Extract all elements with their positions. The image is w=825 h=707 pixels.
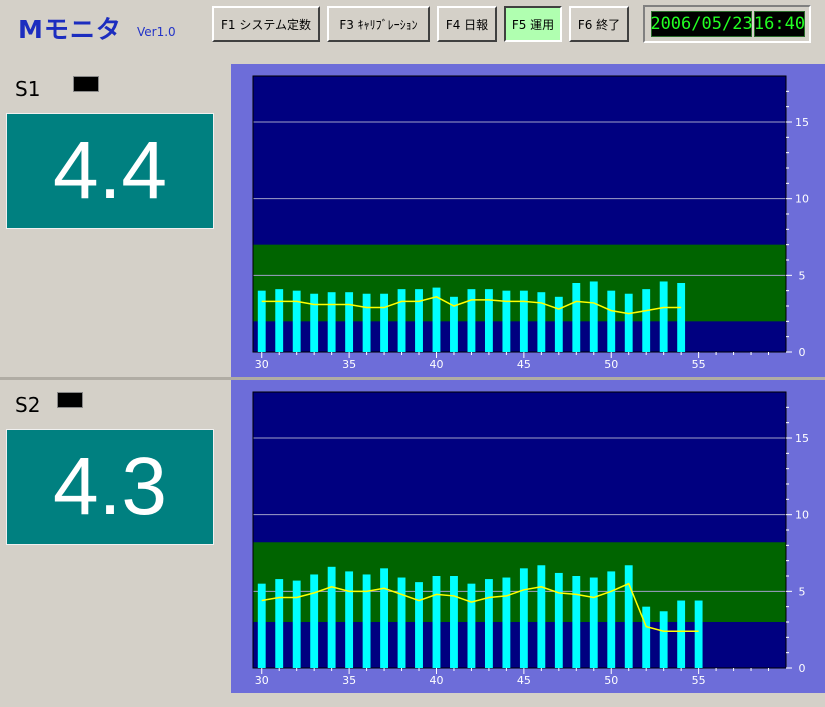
trend-chart-svg-s1: 30 35 40 45 50 55 0 5 10 15 (252, 75, 809, 371)
x-tick-label: 35 (342, 674, 356, 687)
bar (275, 289, 284, 352)
bar (257, 290, 266, 352)
bar (607, 290, 616, 352)
f3-calibration-button[interactable]: F3 ｷｬﾘﾌﾞﾚｰｼｮﾝ (327, 6, 430, 42)
f3-button-label: F3 ｷｬﾘﾌﾞﾚｰｼｮﾝ (339, 17, 418, 32)
bar (659, 611, 668, 668)
f1-button-label: F1 システム定数 (221, 17, 311, 32)
bar (624, 293, 633, 352)
y-tick-label: 5 (799, 585, 806, 598)
sensor-panel-s1: S1 4.4 30 35 40 45 50 55 0 5 10 15 (0, 64, 825, 377)
bar (327, 292, 336, 352)
sensor-label-s1: S1 (15, 77, 41, 101)
y-tick-label: 10 (795, 509, 809, 522)
x-tick-label: 45 (517, 674, 531, 687)
status-indicator-s1 (73, 76, 99, 92)
bar (502, 290, 511, 352)
bar (589, 281, 598, 352)
status-indicator-s2 (57, 392, 83, 408)
y-tick-label: 5 (799, 269, 806, 282)
x-tick-label: 45 (517, 358, 531, 371)
bar (484, 289, 493, 352)
bar (607, 571, 616, 668)
bar (537, 565, 546, 668)
app-title: Mモニタ (18, 15, 122, 44)
bar (415, 582, 423, 668)
header-bar: Mモニタ Ver1.0 F1 システム定数 F3 ｷｬﾘﾌﾞﾚｰｼｮﾝ F4 日… (0, 0, 825, 56)
bar (659, 281, 668, 352)
bar (292, 580, 301, 668)
x-tick-label: 55 (692, 358, 706, 371)
bar (642, 606, 651, 668)
bar (345, 292, 354, 352)
x-tick-label: 35 (342, 358, 356, 371)
x-tick-label: 50 (604, 358, 618, 371)
bar (310, 574, 319, 668)
y-tick-label: 0 (799, 346, 806, 359)
f6-exit-button[interactable]: F6 終了 (569, 6, 629, 42)
bar (415, 289, 423, 352)
bar (310, 293, 319, 352)
x-tick-label: 30 (255, 674, 269, 687)
bar (502, 577, 511, 668)
bar (432, 576, 441, 668)
bar (484, 579, 493, 668)
bar (554, 296, 563, 352)
y-tick-label: 10 (795, 193, 809, 206)
bar (362, 574, 371, 668)
f1-system-constants-button[interactable]: F1 システム定数 (212, 6, 320, 42)
f5-button-label: F5 運用 (511, 17, 555, 32)
bar (642, 289, 651, 352)
x-tick-label: 50 (604, 674, 618, 687)
x-tick-label: 30 (255, 358, 269, 371)
trend-chart-s2: 30 35 40 45 50 55 0 5 10 15 (231, 380, 825, 693)
sensor-panel-s2: S2 4.3 30 35 40 45 50 55 0 5 10 15 (0, 380, 825, 693)
sensor-label-s2: S2 (15, 393, 41, 417)
bar (397, 289, 406, 352)
f4-daily-report-button[interactable]: F4 日報 (437, 6, 497, 42)
bar (572, 576, 581, 668)
bar (275, 579, 284, 668)
f5-operation-button[interactable]: F5 運用 (504, 6, 562, 42)
bar (292, 290, 301, 352)
value-display-s2: 4.3 (6, 429, 214, 545)
bar (677, 283, 686, 352)
bar (362, 293, 371, 352)
trend-chart-s1: 30 35 40 45 50 55 0 5 10 15 (231, 64, 825, 377)
value-text-s1: 4.4 (53, 125, 167, 216)
bar (380, 568, 388, 668)
bar (554, 572, 563, 668)
time-display: 16:40 (754, 11, 805, 37)
clock-display: 2006/05/23 16:40 (643, 5, 811, 43)
app-version: Ver1.0 (137, 25, 176, 39)
bar (572, 283, 581, 352)
f6-button-label: F6 終了 (577, 17, 621, 32)
y-tick-label: 0 (799, 662, 806, 675)
bar (327, 566, 336, 668)
bar (450, 576, 458, 668)
x-tick-label: 40 (429, 358, 443, 371)
bar (537, 292, 546, 352)
bar (694, 600, 703, 668)
value-text-s2: 4.3 (53, 441, 167, 532)
bar (380, 293, 388, 352)
bar (467, 289, 476, 352)
bar (519, 568, 528, 668)
x-tick-label: 40 (429, 674, 443, 687)
date-display: 2006/05/23 (650, 11, 753, 37)
bar (589, 577, 598, 668)
y-tick-label: 15 (795, 116, 809, 129)
trend-chart-svg-s2: 30 35 40 45 50 55 0 5 10 15 (252, 391, 809, 687)
value-display-s1: 4.4 (6, 113, 214, 229)
f4-button-label: F4 日報 (445, 17, 489, 32)
bar (677, 600, 686, 668)
bar (519, 290, 528, 352)
bar (397, 577, 406, 668)
y-tick-label: 15 (795, 432, 809, 445)
bar (624, 565, 633, 668)
bar (257, 583, 266, 668)
bar (345, 571, 354, 668)
x-tick-label: 55 (692, 674, 706, 687)
bar (467, 583, 476, 668)
